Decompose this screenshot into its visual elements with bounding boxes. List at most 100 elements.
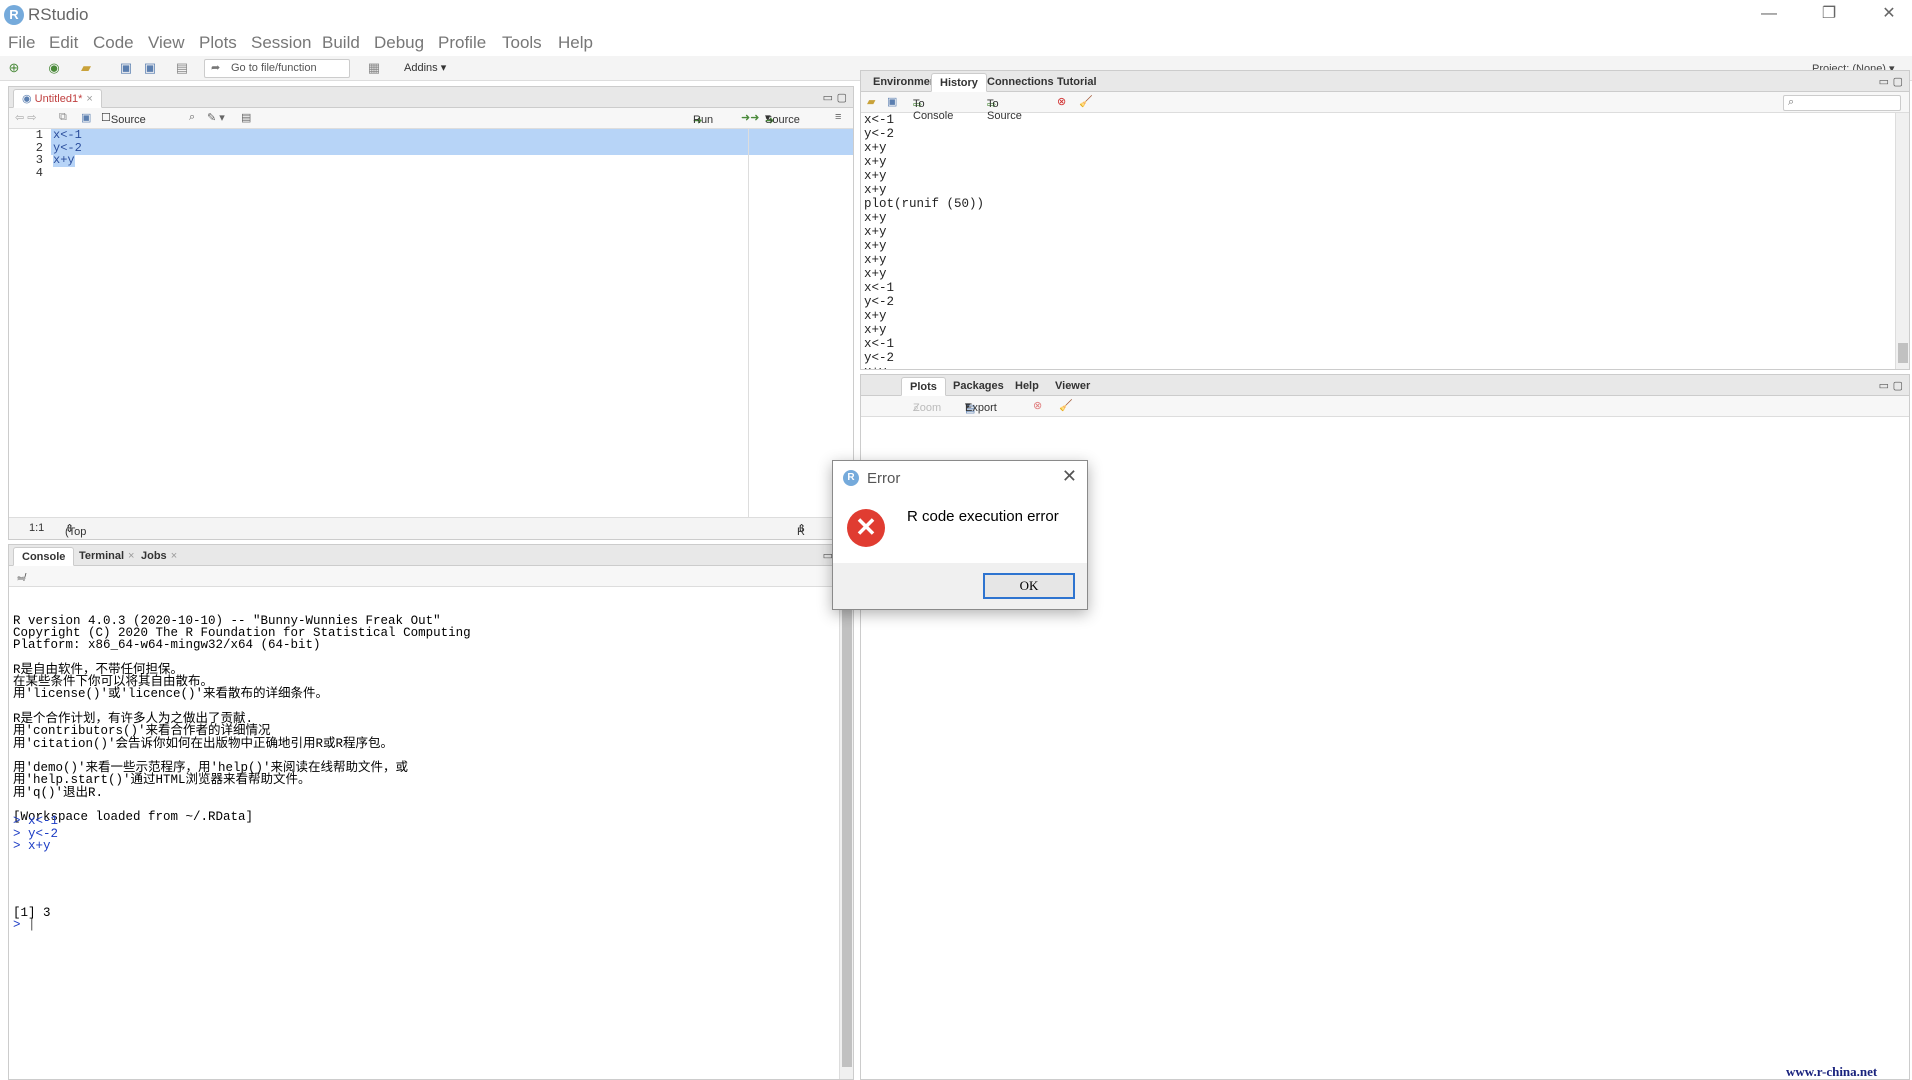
history-entry[interactable]: x<-1 bbox=[864, 337, 1893, 351]
scope-menu[interactable]: (Top Level) ⇕ bbox=[65, 522, 95, 539]
new-project-icon[interactable]: ◉ bbox=[46, 60, 62, 76]
menu-file[interactable]: File bbox=[8, 33, 35, 53]
history-list[interactable]: x<-1 y<-2 x+y x+y x+y x+y plot(runif (50)) x+y x… bbox=[864, 113, 1893, 369]
menu-code[interactable]: Code bbox=[93, 33, 134, 53]
show-in-window-icon[interactable]: ⧉ bbox=[59, 111, 67, 124]
scroll-thumb[interactable] bbox=[842, 599, 852, 1067]
history-entry[interactable]: x<-1 bbox=[864, 113, 1893, 127]
history-scrollbar[interactable] bbox=[1895, 113, 1909, 369]
clear-history-icon[interactable]: 🧹 bbox=[1079, 95, 1093, 108]
addins-menu[interactable]: Addins ▾ bbox=[404, 61, 446, 74]
tab-viewer[interactable]: Viewer bbox=[1047, 377, 1098, 396]
maximize-pane-icon[interactable]: ▢ bbox=[1893, 75, 1903, 88]
menu-build[interactable]: Build bbox=[322, 33, 360, 53]
minimize-pane-icon[interactable]: ▭ bbox=[1879, 379, 1889, 392]
source-on-save-checkbox[interactable]: ☐ Source on Save bbox=[101, 111, 146, 150]
close-tab-icon[interactable]: × bbox=[86, 93, 92, 105]
console-command-line: > x+y bbox=[13, 838, 51, 853]
console-output[interactable]: R version 4.0.3 (2020-10-10) -- "Bunny-W… bbox=[13, 590, 835, 1079]
menu-tools[interactable]: Tools bbox=[502, 33, 542, 53]
rerun-icon[interactable]: ➜➜ bbox=[741, 111, 759, 124]
new-file-icon[interactable]: ⊕ bbox=[6, 60, 22, 76]
minimize-pane-icon[interactable]: ▭ bbox=[1879, 75, 1889, 88]
history-entry[interactable]: x+y bbox=[864, 309, 1893, 323]
history-entry[interactable]: y<-2 bbox=[864, 351, 1893, 365]
history-entry[interactable]: x+y bbox=[864, 323, 1893, 337]
clear-plots-icon[interactable]: 🧹 bbox=[1059, 399, 1073, 412]
code-line[interactable]: x<-1 bbox=[53, 129, 82, 142]
dialog-close-icon[interactable]: ✕ bbox=[1062, 466, 1077, 487]
console-scrollbar[interactable] bbox=[839, 587, 853, 1079]
scroll-thumb[interactable] bbox=[1898, 343, 1908, 363]
compile-report-icon[interactable]: ▤ bbox=[241, 111, 251, 124]
remove-plot-icon[interactable]: ⊗ bbox=[1033, 399, 1042, 412]
save-file-icon[interactable]: ▣ bbox=[81, 111, 91, 124]
history-entry[interactable]: plot(runif (50)) bbox=[864, 197, 1893, 211]
remove-entry-icon[interactable]: ⊗ bbox=[1057, 95, 1066, 108]
code-editor[interactable]: 1 2 3 4 x<-1 y<-2 x+y bbox=[9, 129, 853, 517]
save-history-icon[interactable]: ▣ bbox=[887, 95, 897, 108]
history-entry[interactable]: x+y bbox=[864, 155, 1893, 169]
history-entry[interactable]: x+y bbox=[864, 267, 1893, 281]
window-title: RStudio bbox=[28, 5, 89, 24]
close-tab-icon[interactable]: × bbox=[171, 550, 177, 562]
outline-icon[interactable]: ≡ bbox=[835, 111, 841, 123]
menu-help[interactable]: Help bbox=[558, 33, 593, 53]
code-lines[interactable]: x<-1 y<-2 x+y bbox=[51, 129, 853, 517]
history-entry[interactable]: x+y bbox=[864, 183, 1893, 197]
open-file-icon[interactable]: ▰ bbox=[78, 60, 94, 76]
grid-layout-icon[interactable]: ▦ bbox=[366, 60, 382, 76]
error-dialog: R Error ✕ ✕ R code execution error OK bbox=[832, 460, 1088, 610]
line-number: 1 bbox=[35, 128, 43, 142]
ok-button[interactable]: OK bbox=[983, 573, 1075, 599]
menu-bar: File Edit Code View Plots Session Build … bbox=[0, 30, 1912, 56]
history-entry[interactable]: x+y bbox=[864, 169, 1893, 183]
history-entry[interactable]: x+y bbox=[864, 211, 1893, 225]
history-entry[interactable]: x+y bbox=[864, 225, 1893, 239]
history-entry[interactable]: x<-1 bbox=[864, 281, 1893, 295]
save-icon[interactable]: ▣ bbox=[118, 60, 134, 76]
tab-terminal[interactable]: Terminal × bbox=[71, 547, 142, 566]
tab-packages[interactable]: Packages bbox=[945, 377, 1012, 396]
find-icon[interactable]: ⌕ bbox=[189, 111, 195, 124]
maximize-pane-icon[interactable]: ▢ bbox=[837, 91, 847, 104]
console-prompt[interactable]: > | bbox=[13, 919, 36, 932]
menu-debug[interactable]: Debug bbox=[374, 33, 424, 53]
history-entry[interactable]: y<-2 bbox=[864, 295, 1893, 309]
code-line[interactable]: x+y bbox=[53, 154, 75, 167]
export-button[interactable]: ▤ Export ▾ bbox=[965, 399, 997, 415]
tab-help[interactable]: Help bbox=[1007, 377, 1047, 396]
file-type-menu[interactable]: R Script ⇕ bbox=[797, 522, 825, 539]
save-all-icon[interactable]: ▣ bbox=[142, 60, 158, 76]
tab-plots[interactable]: Plots bbox=[901, 377, 946, 396]
history-entry[interactable]: x+y bbox=[864, 365, 1893, 369]
menu-edit[interactable]: Edit bbox=[49, 33, 78, 53]
history-entry[interactable]: x+y bbox=[864, 253, 1893, 267]
back-icon[interactable]: ⇦ ⇨ bbox=[15, 111, 37, 124]
source-button[interactable]: ➜ Source ▾ bbox=[765, 111, 800, 127]
history-entry[interactable]: x+y bbox=[864, 239, 1893, 253]
history-search-input[interactable]: ⌕ bbox=[1783, 95, 1901, 111]
code-tools-icon[interactable]: ✎ ▾ bbox=[207, 111, 225, 124]
print-icon[interactable]: ▤ bbox=[174, 60, 190, 76]
load-history-icon[interactable]: ▰ bbox=[867, 95, 875, 108]
close-button[interactable]: ✕ bbox=[1866, 0, 1912, 30]
minimize-button[interactable]: — bbox=[1746, 0, 1792, 30]
tab-untitled1[interactable]: ◉ Untitled1* × bbox=[13, 89, 102, 108]
menu-session[interactable]: Session bbox=[251, 33, 311, 53]
maximize-pane-icon[interactable]: ▢ bbox=[1893, 379, 1903, 392]
tab-console[interactable]: Console bbox=[13, 547, 75, 566]
history-entry[interactable]: x+y bbox=[864, 141, 1893, 155]
restore-button[interactable]: ❐ bbox=[1806, 0, 1852, 30]
minimize-pane-icon[interactable]: ▭ bbox=[823, 91, 833, 104]
search-icon: ⌕ bbox=[1788, 96, 1795, 108]
goto-file-input[interactable]: ➦ Go to file/function bbox=[204, 59, 350, 78]
tab-jobs[interactable]: Jobs × bbox=[133, 547, 185, 566]
menu-profile[interactable]: Profile bbox=[438, 33, 486, 53]
history-entry[interactable]: y<-2 bbox=[864, 127, 1893, 141]
menu-view[interactable]: View bbox=[148, 33, 185, 53]
tab-tutorial[interactable]: Tutorial bbox=[1049, 73, 1105, 92]
menu-plots[interactable]: Plots bbox=[199, 33, 237, 53]
